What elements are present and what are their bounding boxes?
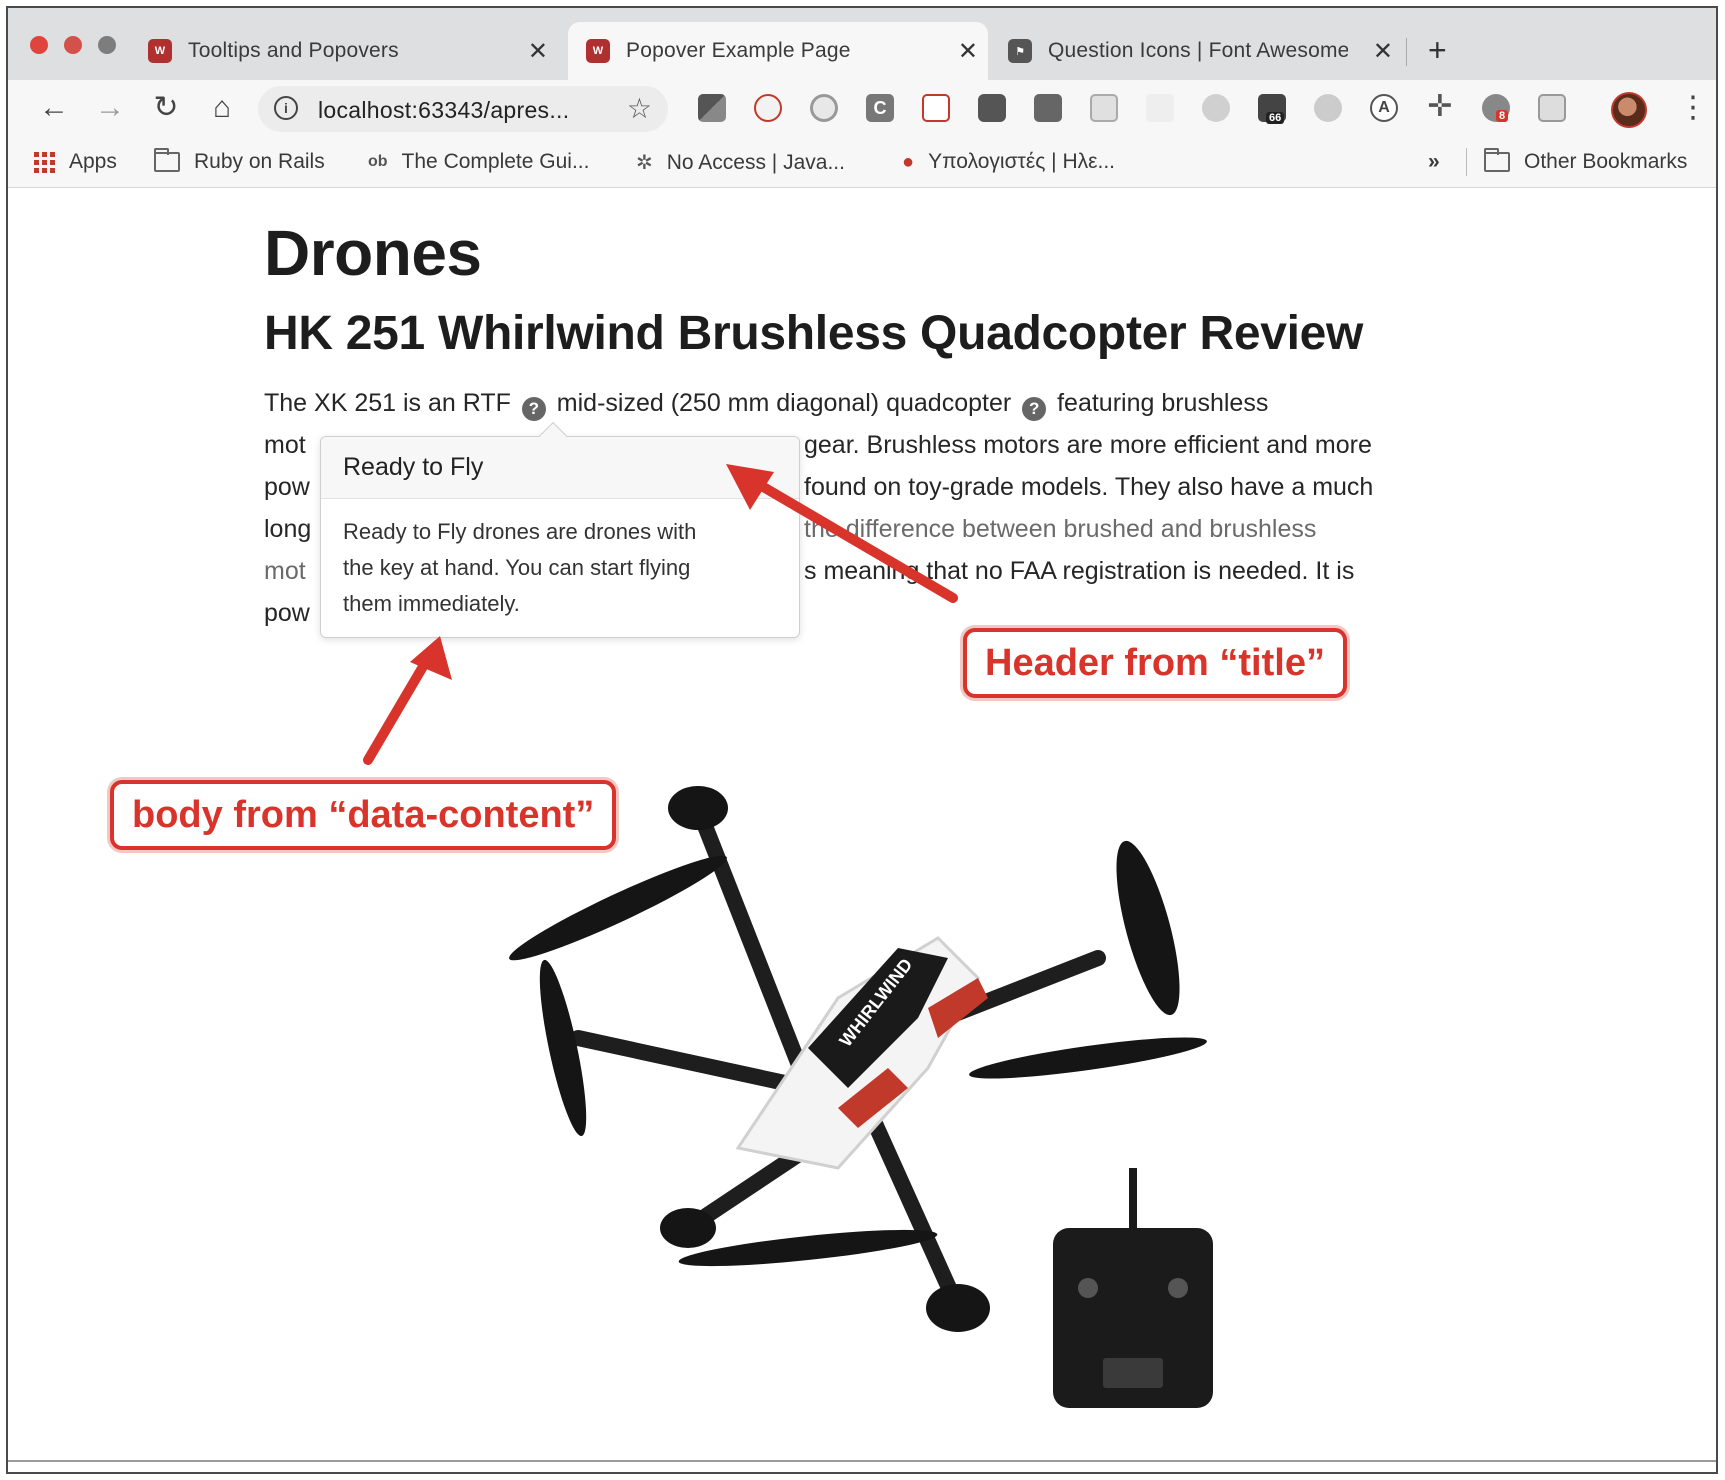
new-tab-button[interactable]: + [1428,32,1447,69]
ob-icon: ob [368,153,388,170]
webstorm-favicon-icon: W [148,39,172,63]
eyedropper-extension-icon[interactable] [698,94,726,122]
tab-separator [1406,38,1407,66]
forward-button[interactable]: → [90,88,130,128]
tab-tooltips-and-popovers[interactable]: W Tooltips and Popovers ✕ [148,22,558,80]
bookmarks-overflow-button[interactable]: » [1428,150,1440,174]
lightbulb-extension-icon[interactable] [978,94,1006,122]
close-window-button[interactable] [30,36,48,54]
apps-grid-icon [34,151,55,173]
bookmark-label: Apps [69,150,117,173]
alert-extension-icon[interactable]: 8 [1482,94,1510,122]
folder-icon [1484,148,1510,172]
close-tab-icon[interactable]: ✕ [958,37,978,66]
counter-badge: 66 [1266,112,1285,124]
arrow-to-header [726,464,958,603]
cast-extension-icon[interactable] [1538,94,1566,122]
bookmark-label: Υπολογιστές | Ηλε... [928,150,1115,173]
profile-avatar[interactable] [1611,92,1647,128]
tab-popover-example-page[interactable]: W Popover Example Page ✕ [568,22,988,80]
annotation-arrows [363,464,958,765]
accessibility-extension-icon[interactable] [754,94,782,122]
counter-extension-icon[interactable]: 66 [1258,94,1286,124]
network-icon: ✲ [636,152,653,174]
bottom-divider [8,1460,1716,1462]
bookmark-greek-shop[interactable]: ● Υπολογιστές | Ηλε... [902,150,1115,174]
address-bar[interactable]: i localhost:63343/apres... ☆ [258,86,668,132]
bookmarks-bar: Apps Ruby on Rails ob The Complete Gui..… [8,136,1716,188]
browser-toolbar: ← → ↻ ⌂ i localhost:63343/apres... ☆ C 6… [8,80,1716,136]
bookmark-no-access-java[interactable]: ✲ No Access | Java... [636,150,845,175]
tab-strip: W Tooltips and Popovers ✕ W Popover Exam… [8,8,1716,80]
bookmark-apps[interactable]: Apps [34,150,117,174]
close-tab-icon[interactable]: ✕ [1373,37,1393,66]
opera-extension-icon[interactable] [810,94,838,122]
tab-title: Popover Example Page [626,39,851,62]
bookmark-label: No Access | Java... [666,150,845,174]
bookmark-star-icon[interactable]: ☆ [627,92,652,125]
url-text: localhost:63343/apres... [318,97,570,123]
bookmark-label: The Complete Gui... [401,150,590,173]
home-button[interactable]: ⌂ [202,88,242,128]
record-extension-icon[interactable] [922,94,950,122]
download-extension-icon[interactable] [1034,94,1062,122]
bookmark-complete-guide[interactable]: ob The Complete Gui... [368,150,589,174]
back-button[interactable]: ← [34,88,74,128]
bookmark-ruby-on-rails[interactable]: Ruby on Rails [154,148,325,174]
webstorm-favicon-icon: W [586,39,610,63]
maximize-window-button[interactable] [98,36,116,54]
window-extension-icon[interactable] [1090,94,1118,122]
alert-badge: 8 [1496,110,1509,122]
tab-question-icons[interactable]: ⚑ Question Icons | Font Awesome ✕ [1008,22,1403,80]
shop-icon: ● [902,150,915,173]
remote-controller [1053,1168,1213,1408]
c-extension-icon[interactable]: C [866,94,894,122]
screenshot-frame: W Tooltips and Popovers ✕ W Popover Exam… [6,6,1718,1474]
browser-menu-icon[interactable]: ⋮ [1678,90,1708,126]
minimize-window-button[interactable] [64,36,82,54]
cloud-extension-icon[interactable] [1202,94,1230,122]
bookmark-label: Other Bookmarks [1524,150,1688,173]
arrow-to-body [363,636,452,765]
folder-icon [154,148,180,172]
tab-title: Question Icons | Font Awesome [1048,39,1348,62]
other-bookmarks[interactable]: Other Bookmarks [1484,148,1688,174]
tab-title: Tooltips and Popovers [188,39,399,62]
reload-button[interactable]: ↻ [146,88,186,128]
bookmark-label: Ruby on Rails [194,150,325,173]
page-content: Drones HK 251 Whirlwind Brushless Quadco… [8,188,1716,1468]
move-extension-icon[interactable]: ✛ [1426,92,1454,122]
globe-extension-icon[interactable] [1314,94,1342,122]
a-extension-icon[interactable]: A [1370,94,1398,122]
bookmarks-separator [1466,148,1467,176]
flag-favicon-icon: ⚑ [1008,39,1032,63]
site-info-icon[interactable]: i [274,96,298,120]
faded-extension-icon[interactable] [1146,94,1174,122]
close-tab-icon[interactable]: ✕ [528,37,548,66]
